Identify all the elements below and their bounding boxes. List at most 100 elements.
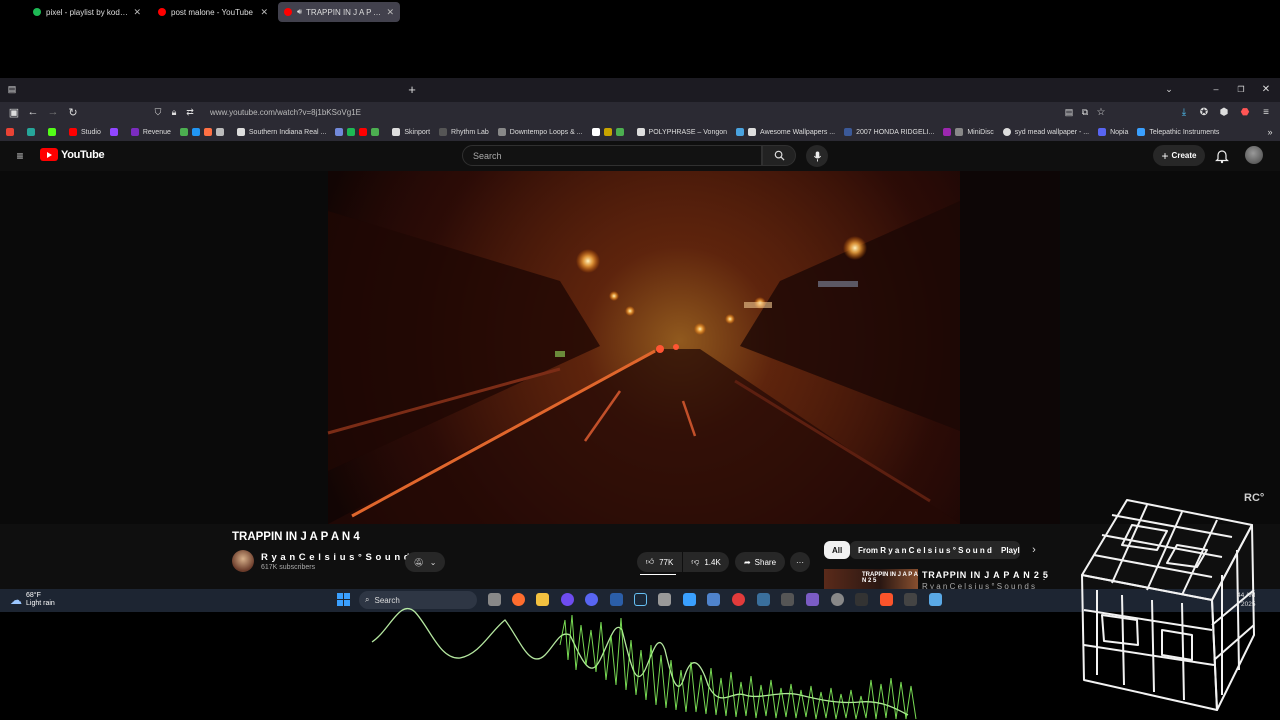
x-icon bbox=[215, 128, 224, 136]
chip-from-channel[interactable]: From R y a n C e l s i u s ° S o u n d s bbox=[850, 541, 1007, 559]
reload-icon[interactable]: ↻ bbox=[65, 104, 81, 120]
bookmark-skinport[interactable]: Skinport bbox=[392, 128, 430, 136]
recommendation-menu-icon[interactable]: ⋮ bbox=[1036, 568, 1052, 584]
close-window-icon[interactable]: ✕ bbox=[1258, 81, 1274, 97]
download-icon[interactable]: ⤓ bbox=[1176, 104, 1192, 120]
share-label: Share bbox=[754, 557, 777, 567]
recommendation-thumbnail[interactable]: TRAPPIN IN J A P A N 2 5 bbox=[824, 569, 918, 589]
bookmark-label: Skinport bbox=[404, 128, 431, 136]
youtube-logo[interactable]: YouTube bbox=[40, 148, 105, 161]
site-icon bbox=[191, 128, 200, 136]
like-icon: 👍︎ bbox=[645, 557, 655, 566]
bookmark-twitch[interactable] bbox=[109, 128, 122, 136]
bookmark-southern-indiana[interactable]: Southern Indiana Real ... bbox=[236, 128, 327, 136]
tab-post-malone[interactable]: post malone - YouTube ✕ bbox=[152, 2, 274, 22]
channel-avatar[interactable] bbox=[232, 550, 254, 572]
bookmark-icons-3[interactable] bbox=[591, 128, 628, 136]
sidebar-icon[interactable]: ▣ bbox=[6, 104, 22, 120]
site-icon bbox=[203, 128, 212, 136]
weather-desc: Light rain bbox=[26, 600, 55, 607]
like-button[interactable]: 👍︎ 77K bbox=[637, 552, 682, 572]
spotify-icon bbox=[347, 128, 356, 136]
extension-icon[interactable]: ✪ bbox=[1196, 104, 1212, 120]
bookmark-rhythm-lab[interactable]: Rhythm Lab bbox=[439, 128, 489, 136]
facebook-icon bbox=[844, 128, 853, 136]
bookmark-label: POLYPHRASE – Vongon bbox=[648, 128, 728, 136]
search-icon bbox=[774, 150, 785, 161]
notifications-button[interactable] bbox=[1213, 147, 1231, 165]
chip-all[interactable]: All bbox=[824, 541, 851, 559]
url-bar[interactable]: www.youtube.com/watch?v=8j1bKSoVg1E bbox=[210, 104, 1170, 121]
bookmarks-bar: Studio Revenue Southern Indiana Real ...… bbox=[0, 123, 1280, 142]
recommendation-channel[interactable]: R y a n C e l s i u s ° S o u n d s bbox=[922, 582, 1035, 589]
bookmark-label: Awesome Wallpapers ... bbox=[760, 128, 836, 136]
chip-playlists[interactable]: Playl bbox=[994, 541, 1020, 559]
recommendation-title[interactable]: TRAPPIN IN J A P A N 2 5 bbox=[922, 570, 1049, 580]
bookmarks-overflow-icon[interactable]: » bbox=[1262, 124, 1278, 140]
chart-icon bbox=[27, 128, 35, 136]
bookmark-honda[interactable]: 2007 HONDA RIDGELI... bbox=[844, 128, 934, 136]
picture-in-picture-icon[interactable]: ⧉ bbox=[1077, 104, 1093, 120]
ublock-icon[interactable]: ⬣ bbox=[1237, 104, 1253, 120]
tab-title: TRAPPIN IN J A P A N 4 bbox=[306, 7, 381, 17]
bookmark-icons-2[interactable] bbox=[335, 128, 383, 136]
bookmark-telepathic[interactable]: Telepathic Instruments bbox=[1137, 128, 1219, 136]
create-button[interactable]: + Create bbox=[1153, 145, 1205, 166]
bookmark-downtempo[interactable]: Downtempo Loops & ... bbox=[497, 128, 583, 136]
bookmark-label: Southern Indiana Real ... bbox=[248, 128, 327, 136]
bookmark-awesome-wallpapers[interactable]: Awesome Wallpapers ... bbox=[736, 128, 835, 136]
puzzle-icon[interactable]: ⬢ bbox=[1216, 104, 1232, 120]
play-icon bbox=[371, 128, 380, 136]
bookmark-kick[interactable] bbox=[48, 128, 60, 136]
menu-icon[interactable]: ≡ bbox=[1258, 104, 1274, 120]
subscriber-count: 617K subscribers bbox=[261, 564, 316, 571]
chevron-down-icon[interactable]: ⌄ bbox=[1161, 81, 1177, 97]
menu-icon[interactable]: ≡ bbox=[12, 148, 28, 164]
page-icon bbox=[236, 128, 245, 136]
bookmark-syd-mead[interactable]: syd mead wallpaper - ... bbox=[1002, 128, 1089, 136]
minimize-icon[interactable]: – bbox=[1208, 81, 1224, 97]
new-tab-icon[interactable]: + bbox=[404, 81, 420, 97]
minidisc-icon bbox=[955, 128, 964, 136]
more-actions-button[interactable]: ··· bbox=[790, 552, 810, 572]
bookmark-gmail[interactable] bbox=[6, 128, 18, 136]
site-icon bbox=[603, 128, 612, 136]
search-input[interactable]: Search bbox=[462, 145, 762, 166]
close-tab-icon[interactable]: ✕ bbox=[133, 7, 141, 18]
voice-search-button[interactable] bbox=[806, 145, 828, 167]
windows-start-icon[interactable] bbox=[337, 593, 350, 606]
speaker-icon[interactable]: 🔊︎ bbox=[297, 7, 302, 17]
bookmark-label: Downtempo Loops & ... bbox=[509, 128, 583, 136]
forward-icon[interactable]: → bbox=[45, 104, 61, 120]
close-tab-icon[interactable]: ✕ bbox=[386, 7, 394, 18]
bookmark-minidisc[interactable]: MiniDisc bbox=[943, 128, 994, 136]
weather-widget[interactable]: ☁ 68°F Light rain bbox=[10, 592, 55, 608]
bookmark-polyphrase[interactable]: POLYPHRASE – Vongon bbox=[636, 128, 728, 136]
subscribed-notification-button[interactable]: 🔕︎ ⌄ bbox=[405, 552, 445, 572]
close-tab-icon[interactable]: ✕ bbox=[260, 7, 268, 18]
rhythm-lab-icon bbox=[439, 128, 448, 136]
bookmark-nopia[interactable]: Nopia bbox=[1098, 128, 1128, 136]
bookmark-studio[interactable]: Studio bbox=[69, 128, 101, 136]
video-player[interactable] bbox=[0, 171, 1280, 524]
lock-icon[interactable]: 🔒︎ bbox=[166, 104, 182, 120]
more-icon: ··· bbox=[796, 557, 804, 567]
permissions-icon[interactable]: ⇄ bbox=[182, 104, 198, 120]
tab-spotify[interactable]: pixel - playlist by kodachrome ✕ bbox=[27, 2, 147, 22]
search-button[interactable] bbox=[762, 145, 796, 166]
restore-icon[interactable]: ❐ bbox=[1233, 81, 1249, 97]
tab-trappin-in-japan[interactable]: 🔊︎ TRAPPIN IN J A P A N 4 ✕ bbox=[278, 2, 400, 22]
back-icon[interactable]: ← bbox=[25, 104, 41, 120]
bookmark-icons[interactable] bbox=[179, 128, 228, 136]
tab-list-icon[interactable]: ▤ bbox=[4, 81, 20, 97]
dislike-button[interactable]: 👎︎ 1.4K bbox=[683, 552, 729, 572]
url-text: www.youtube.com/watch?v=8j1bKSoVg1E bbox=[210, 108, 361, 117]
share-button[interactable]: ➦ Share bbox=[735, 552, 785, 572]
bookmark-revenue[interactable]: Revenue bbox=[130, 128, 171, 136]
avatar[interactable] bbox=[1245, 146, 1263, 164]
chevron-right-icon[interactable]: › bbox=[1026, 542, 1042, 558]
shield-icon[interactable]: ⛉ bbox=[150, 104, 166, 120]
bookmark-tradingview[interactable] bbox=[27, 128, 39, 136]
bookmark-star-icon[interactable]: ☆ bbox=[1093, 104, 1109, 120]
reader-view-icon[interactable]: ▤ bbox=[1061, 104, 1077, 120]
